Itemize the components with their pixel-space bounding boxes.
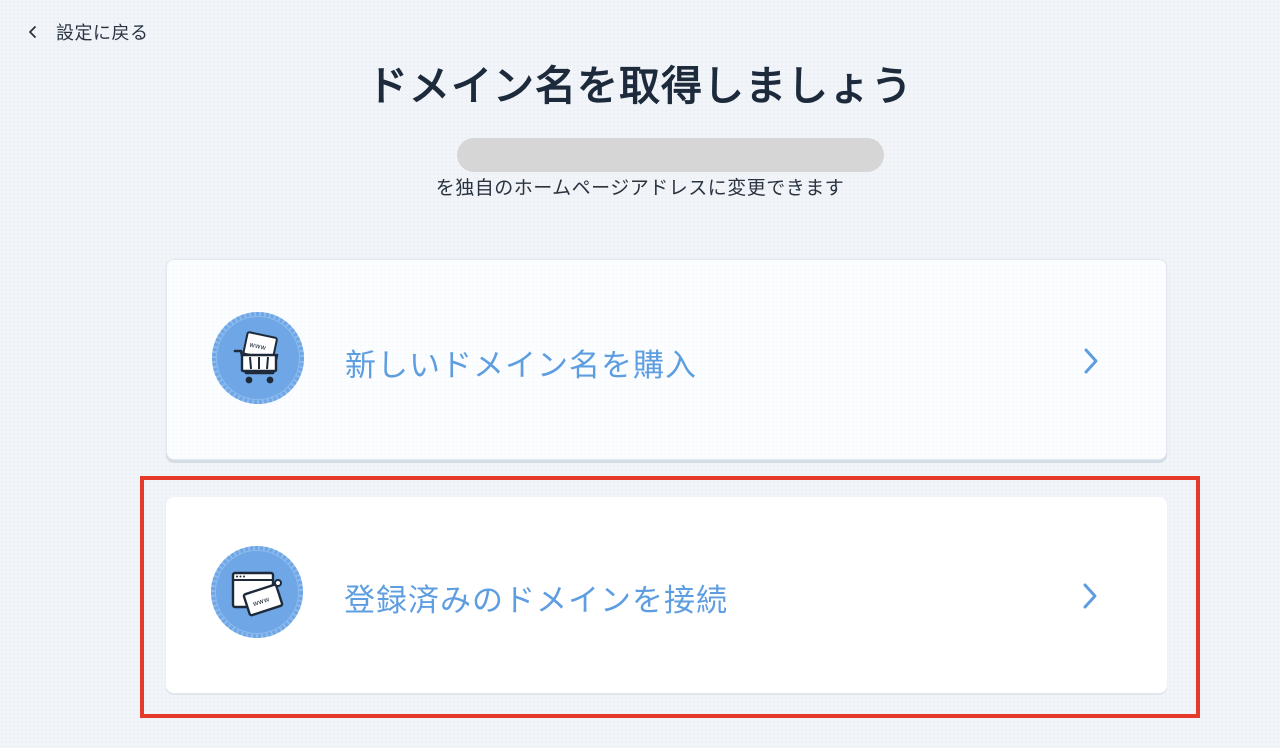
chevron-right-icon (1077, 346, 1103, 376)
connect-existing-domain-label: 登録済みのドメインを接続 (344, 583, 728, 619)
buy-new-domain-card[interactable]: www 新しいドメイン名を購入 (166, 259, 1167, 460)
back-link-label: 設定に戻る (56, 23, 149, 44)
chevron-right-icon (1076, 581, 1102, 611)
browser-www-link-icon: www (208, 543, 306, 641)
page-subtitle: を独自のホームページアドレスに変更できます (435, 177, 845, 199)
site-name-placeholder (457, 138, 884, 172)
back-to-settings-link[interactable]: 設定に戻る (22, 18, 149, 46)
chevron-left-icon (22, 21, 44, 43)
connect-existing-domain-card[interactable]: www 登録済みのドメインを接続 (166, 497, 1167, 693)
buy-new-domain-label: 新しいドメイン名を購入 (345, 348, 697, 384)
shopping-cart-www-icon: www (209, 309, 307, 407)
page-title: ドメイン名を取得しましょう (367, 62, 913, 110)
